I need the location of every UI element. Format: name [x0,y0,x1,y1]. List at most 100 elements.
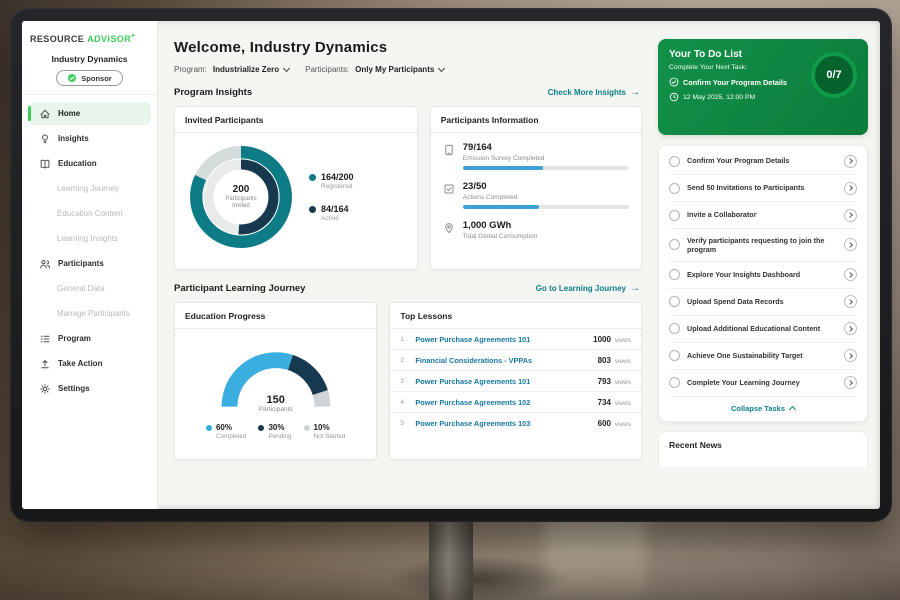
task-chevron-button[interactable] [844,295,857,308]
task-label: Upload Spend Data Records [687,297,837,306]
org-name: Industry Dynamics [22,54,157,64]
education-progress-card: Education Progress 150 Participants 60%C… [174,302,377,460]
top-lessons-card: Top Lessons 1 Power Purchase Agreements … [389,302,642,460]
lesson-views: 793 views [598,377,631,386]
learning-cards-row: Education Progress 150 Participants 60%C… [174,302,642,460]
legend-active: 84/164 Active [309,204,354,222]
actions-icon [443,182,455,194]
task-chevron-button[interactable] [844,322,857,335]
task-row-send-50-invitations-to-participants[interactable]: Send 50 Invitations to Participants [669,175,857,202]
task-chevron-button[interactable] [844,238,857,251]
sidebar-item-learning-journey[interactable]: Learning Journey [28,177,151,200]
task-row-achieve-one-sustainability-target[interactable]: Achieve One Sustainability Target [669,343,857,370]
education-legend-completed: 60%Completed [206,423,246,440]
sidebar-item-learning-insights[interactable]: Learning Insights [28,227,151,250]
task-label: Confirm Your Program Details [687,156,837,165]
task-checkbox[interactable] [669,296,680,307]
task-chevron-button[interactable] [844,376,857,389]
task-chevron-button[interactable] [844,182,857,195]
task-checkbox[interactable] [669,239,680,250]
todo-next-task[interactable]: Confirm Your Program Details [669,77,804,87]
task-label: Upload Additional Educational Content [687,324,837,333]
lesson-link[interactable]: Power Purchase Agreements 102 [415,398,591,407]
task-checkbox[interactable] [669,323,680,334]
arrow-right-icon: → [630,88,640,98]
task-row-invite-a-collaborator[interactable]: Invite a Collaborator [669,202,857,229]
desk-background: RESOURCEADVISOR+ Industry Dynamics Spons… [0,0,900,600]
info-row: 23/50 Actions Completed [443,181,629,209]
sidebar-item-home[interactable]: Home [28,102,151,125]
task-checkbox[interactable] [669,269,680,280]
task-chevron-button[interactable] [844,268,857,281]
task-row-upload-spend-data-records[interactable]: Upload Spend Data Records [669,289,857,316]
task-chevron-button[interactable] [844,209,857,222]
task-checkbox[interactable] [669,183,680,194]
sponsor-badge-label: Sponsor [81,74,111,83]
lesson-link[interactable]: Power Purchase Agreements 101 [415,335,587,344]
sidebar-item-insights[interactable]: Insights [28,127,151,150]
logo-plus: + [131,33,136,40]
info-rows: 79/164 Emission Survey Completed 23/50 A… [431,133,641,260]
task-checkbox[interactable] [669,377,680,388]
sidebar-item-manage-participants[interactable]: Manage Participants [28,302,151,325]
lesson-row: 3 Power Purchase Agreements 101 793 view… [390,371,641,392]
task-row-explore-your-insights-dashboard[interactable]: Explore Your Insights Dashboard [669,262,857,289]
clock-icon [669,92,679,102]
sidebar-item-settings[interactable]: Settings [28,377,151,400]
sidebar-item-general-data[interactable]: General Data [28,277,151,300]
go-to-learning-journey-link[interactable]: Go to Learning Journey → [536,284,640,294]
task-label: Invite a Collaborator [687,210,837,219]
info-value: 23/50 [463,181,629,192]
chevron-down-icon [438,64,445,71]
education-card-title: Education Progress [175,303,376,329]
gauge-center-label: 150 Participants [210,394,342,413]
progress-bar [463,166,629,170]
program-select[interactable]: Industrialize Zero [213,65,289,74]
task-row-verify-participants-requesting-to-join-the-program[interactable]: Verify participants requesting to join t… [669,229,857,262]
take-action-icon [39,358,51,370]
lesson-row: 1 Power Purchase Agreements 101 1000 vie… [390,329,641,350]
task-chevron-button[interactable] [844,349,857,362]
education-gauge-chart: 150 Participants [210,339,342,413]
lesson-rank: 3 [400,378,409,385]
sidebar-item-participants[interactable]: Participants [28,252,151,275]
sponsor-badge[interactable]: Sponsor [56,70,122,86]
lesson-link[interactable]: Financial Considerations - VPPAs [415,356,591,365]
check-more-insights-link[interactable]: Check More Insights → [548,88,640,98]
legend-label: Not Started [314,433,346,440]
info-row: 1,000 GWh Total Global Consumption [443,220,629,240]
check-more-insights-label: Check More Insights [548,88,626,97]
todo-next-task-label: Confirm Your Program Details [683,78,787,87]
task-row-complete-your-learning-journey[interactable]: Complete Your Learning Journey [669,370,857,396]
progress-fill [463,205,539,209]
legend-dot [206,425,212,431]
task-checkbox[interactable] [669,156,680,167]
participants-select[interactable]: Only My Participants [355,65,444,74]
info-label: Actions Completed [463,194,629,201]
education-legend: 60%Completed30%Pending10%Not Started [175,413,376,440]
sidebar-item-education[interactable]: Education [28,152,151,175]
logo-text-resource: RESOURCE [30,34,84,44]
chevron-up-icon [789,406,796,413]
invited-card-title: Invited Participants [175,107,417,133]
lesson-link[interactable]: Power Purchase Agreements 101 [415,377,591,386]
task-chevron-button[interactable] [844,155,857,168]
collapse-tasks-link[interactable]: Collapse Tasks [669,396,857,418]
go-to-learning-journey-label: Go to Learning Journey [536,284,626,293]
task-checkbox[interactable] [669,210,680,221]
info-label: Emission Survey Completed [463,155,629,162]
learning-journey-title: Participant Learning Journey [174,283,305,294]
sidebar-item-program[interactable]: Program [28,327,151,350]
page-title: Welcome, Industry Dynamics [174,39,642,56]
lesson-rank: 4 [400,399,409,406]
task-checkbox[interactable] [669,350,680,361]
lesson-link[interactable]: Power Purchase Agreements 103 [415,419,591,428]
sidebar-item-education-content[interactable]: Education Content [28,202,151,225]
task-row-confirm-your-program-details[interactable]: Confirm Your Program Details [669,148,857,175]
donut-center-label: 200 Participants Invited [185,141,297,253]
sidebar-item-take-action[interactable]: Take Action [28,352,151,375]
task-row-upload-additional-educational-content[interactable]: Upload Additional Educational Content [669,316,857,343]
lesson-views: 803 views [598,356,631,365]
legend-value: 60% [216,423,246,432]
task-label: Complete Your Learning Journey [687,378,837,387]
